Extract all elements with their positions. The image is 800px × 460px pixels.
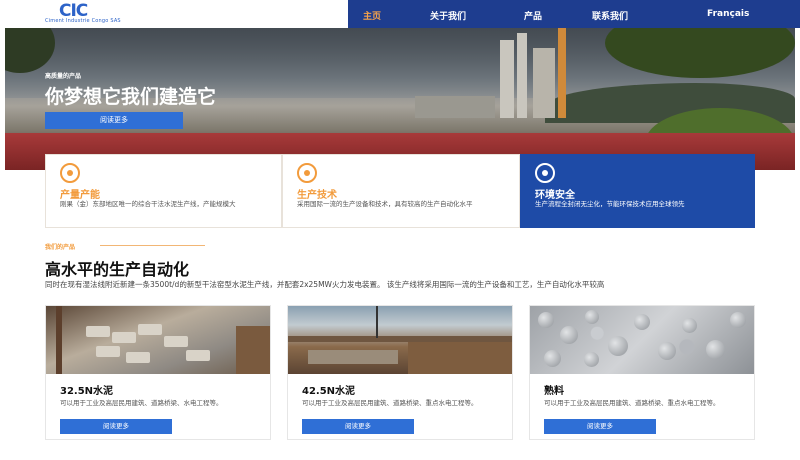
photo-clinker xyxy=(544,350,561,367)
product-image-clinker xyxy=(530,306,754,374)
product-desc: 可以用于工业及高层民用建筑、道路桥梁、重点水电工程等。 xyxy=(302,399,478,407)
product-read-more-button[interactable]: 阅读更多 xyxy=(302,419,414,434)
globe-icon xyxy=(535,163,555,183)
hero-banner: 高质量的产品 你梦想它我们建造它 阅读更多 xyxy=(5,28,795,170)
photo-bag xyxy=(112,332,136,343)
product-read-more-button[interactable]: 阅读更多 xyxy=(60,419,172,434)
plant-crane xyxy=(558,28,566,118)
company-logo[interactable]: CIC Ciment Industrie Congo SAS xyxy=(45,3,137,25)
feature-desc: 刚果（金）东部地区唯一的综合干法水泥生产线，产能规模大 xyxy=(60,200,236,208)
plant-tower xyxy=(500,40,514,118)
photo-bag xyxy=(138,324,162,335)
nav-item-products[interactable]: 产品 xyxy=(524,9,542,22)
feature-card-environment[interactable]: 环境安全 生产流程全封闭无尘化，节能环保技术应用全球领先 xyxy=(520,154,755,228)
feature-desc: 生产流程全封闭无尘化，节能环保技术应用全球领先 xyxy=(535,200,685,208)
hero-headline: 你梦想它我们建造它 xyxy=(45,86,217,108)
features-row: 产量产能 刚果（金）东部地区唯一的综合干法水泥生产线，产能规模大 生产技术 采用… xyxy=(45,154,755,228)
logo-mark: CIC xyxy=(59,1,88,21)
photo-bag xyxy=(96,346,120,357)
photo-bag xyxy=(164,336,188,347)
photo-ship xyxy=(408,342,512,374)
hero-read-more-button[interactable]: 阅读更多 xyxy=(45,112,183,129)
kicker-divider xyxy=(100,245,205,246)
feature-card-capacity[interactable]: 产量产能 刚果（金）东部地区唯一的综合干法水泥生产线，产能规模大 xyxy=(45,154,282,228)
photo-clinker xyxy=(682,318,697,333)
hero-kicker: 高质量的产品 xyxy=(45,73,82,80)
photo-cable xyxy=(376,306,378,338)
photo-clinker xyxy=(730,312,746,328)
products-kicker: 我们的产品 xyxy=(45,244,76,251)
product-image-cement-bags xyxy=(46,306,270,374)
product-image-loading-dock xyxy=(288,306,512,374)
nav-item-home[interactable]: 主页 xyxy=(363,9,381,22)
nav-item-about[interactable]: 关于我们 xyxy=(430,9,466,22)
photo-clinker xyxy=(658,342,676,360)
feature-desc: 采用国际一流的生产设备和技术，具有较高的生产自动化水平 xyxy=(297,200,473,208)
photo-beam xyxy=(236,326,270,374)
photo-clinker xyxy=(538,312,554,328)
logo-subtitle: Ciment Industrie Congo SAS xyxy=(45,18,121,24)
cement-icon xyxy=(60,163,80,183)
gear-icon xyxy=(297,163,317,183)
product-title: 熟料 xyxy=(544,386,564,397)
photo-clinker xyxy=(706,340,725,359)
photo-clinker xyxy=(634,314,650,330)
product-card-42-5n[interactable]: 42.5N水泥 可以用于工业及高层民用建筑、道路桥梁、重点水电工程等。 阅读更多 xyxy=(287,305,513,440)
photo-bag xyxy=(86,326,110,337)
photo-clinker xyxy=(585,310,599,324)
photo-cargo xyxy=(308,350,398,364)
plant-tower xyxy=(517,33,527,118)
photo-beam xyxy=(56,306,62,374)
product-card-32-5n[interactable]: 32.5N水泥 可以用于工业及高层民用建筑、道路桥梁、水电工程等。 阅读更多 xyxy=(45,305,271,440)
top-nav: CIC Ciment Industrie Congo SAS 主页 关于我们 产… xyxy=(0,0,800,28)
product-read-more-button[interactable]: 阅读更多 xyxy=(544,419,656,434)
photo-bag xyxy=(186,350,210,361)
products-description: 同时在现有湿法线附近新建一条3500t/d的新型干法窑型水泥生产线，并配套2x2… xyxy=(45,280,605,289)
plant-tower xyxy=(533,48,555,118)
photo-clinker xyxy=(584,352,599,367)
product-title: 32.5N水泥 xyxy=(60,386,114,397)
nav-item-language[interactable]: Français xyxy=(707,9,749,19)
nav-item-contact[interactable]: 联系我们 xyxy=(592,9,628,22)
photo-clinker xyxy=(560,326,578,344)
feature-card-technology[interactable]: 生产技术 采用国际一流的生产设备和技术，具有较高的生产自动化水平 xyxy=(282,154,520,228)
product-desc: 可以用于工业及高层民用建筑、道路桥梁、水电工程等。 xyxy=(60,399,223,407)
photo-clinker xyxy=(608,336,628,356)
product-title: 42.5N水泥 xyxy=(302,386,356,397)
plant-building xyxy=(415,96,495,118)
product-card-clinker[interactable]: 熟料 可以用于工业及高层民用建筑、道路桥梁、重点水电工程等。 阅读更多 xyxy=(529,305,755,440)
products-title: 高水平的生产自动化 xyxy=(45,260,190,279)
product-desc: 可以用于工业及高层民用建筑、道路桥梁、重点水电工程等。 xyxy=(544,399,720,407)
photo-bag xyxy=(126,352,150,363)
